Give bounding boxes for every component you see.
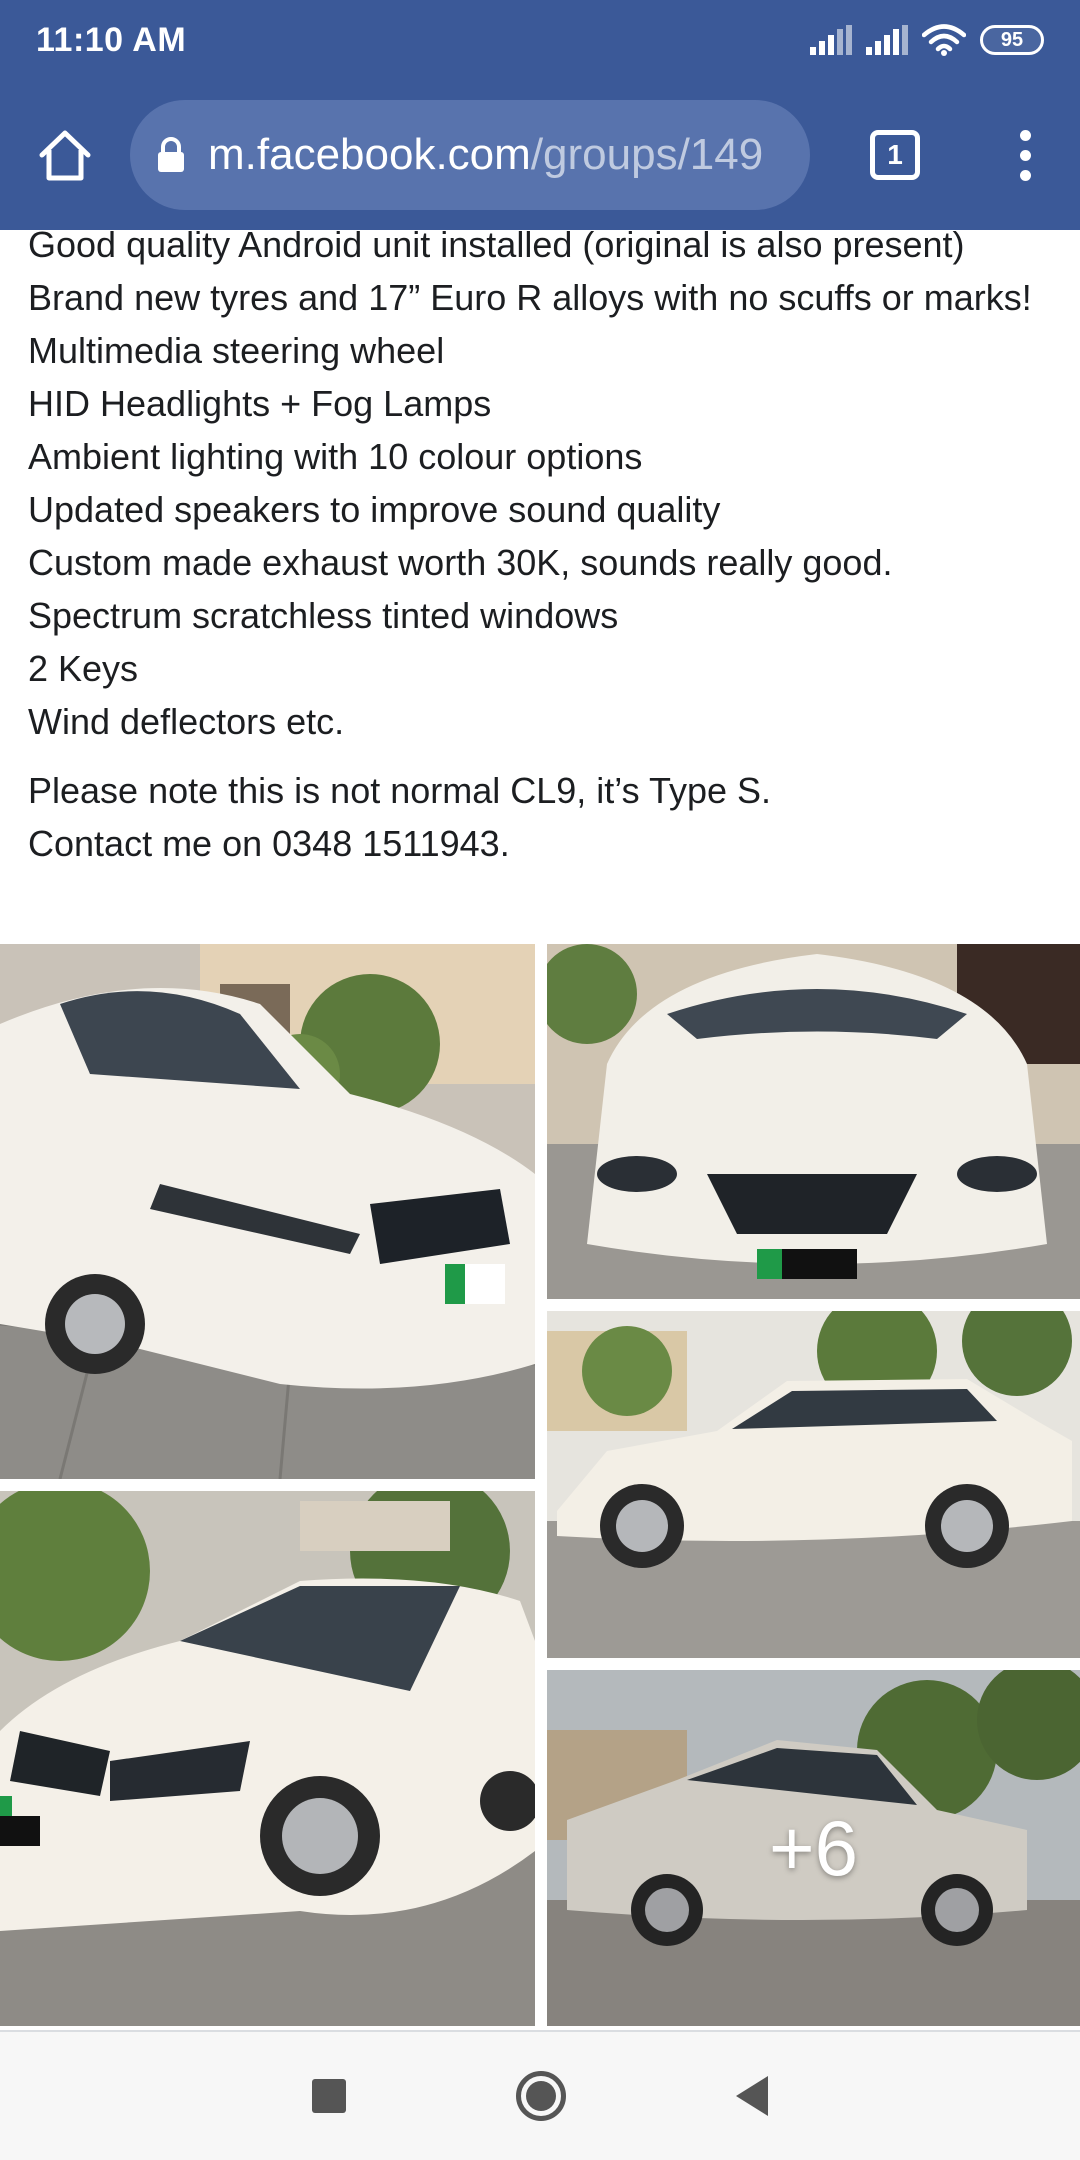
battery-level: 95 xyxy=(1000,28,1024,51)
car-photo-image xyxy=(547,944,1080,1299)
post-note-line: Please note this is not normal CL9, it’s… xyxy=(28,770,772,811)
status-icons: 95 xyxy=(810,24,1044,56)
more-photos-overlay[interactable]: +6 xyxy=(547,1670,1080,2026)
post-line: Multimedia steering wheel xyxy=(28,330,445,371)
post-line: Spectrum scratchless tinted windows xyxy=(28,595,619,636)
post-line: Wind deflectors etc. xyxy=(28,701,345,742)
post-body: Good quality Android unit installed (ori… xyxy=(28,218,1068,870)
post-photo-5[interactable]: +6 xyxy=(547,1670,1080,2026)
post-line: Custom made exhaust worth 30K, sounds re… xyxy=(28,542,893,583)
url-path: /groups/149 xyxy=(530,130,764,179)
tab-count: 1 xyxy=(887,139,903,170)
car-photo-image xyxy=(0,1491,535,2026)
post-line: Ambient lighting with 10 colour options xyxy=(28,436,643,477)
post-contact-line: Contact me on 0348 1511943. xyxy=(28,823,510,864)
home-icon xyxy=(39,130,91,181)
status-time: 11:10 AM xyxy=(36,20,187,59)
post-photo-4[interactable] xyxy=(0,1491,535,2026)
wifi-icon xyxy=(922,24,966,56)
status-bar: 11:10 AM 95 xyxy=(0,0,1080,80)
tabs-button[interactable]: 1 xyxy=(820,80,970,230)
tabs-icon: 1 xyxy=(870,130,920,180)
post-photo-3[interactable] xyxy=(547,1311,1080,1658)
car-photo-image xyxy=(547,1311,1080,1658)
lock-icon xyxy=(158,137,184,172)
post-photo-2[interactable] xyxy=(547,944,1080,1299)
home-button[interactable] xyxy=(0,80,130,230)
post-line: 2 Keys xyxy=(28,648,139,689)
more-vert-icon[interactable] xyxy=(970,80,1080,230)
post-line: Good quality Android unit installed (ori… xyxy=(28,224,965,265)
more-photos-count: +6 xyxy=(769,1803,858,1892)
system-nav-bar xyxy=(0,2032,1080,2160)
post-photo-1[interactable] xyxy=(0,944,535,1479)
signal-icon xyxy=(810,25,852,55)
post-line: HID Headlights + Fog Lamps xyxy=(28,383,492,424)
recents-icon[interactable] xyxy=(312,2079,346,2113)
url-domain: m.facebook.com xyxy=(208,130,531,179)
post-line: Brand new tyres and 17” Euro R alloys wi… xyxy=(28,277,1032,318)
home-icon[interactable] xyxy=(516,2071,566,2121)
back-icon[interactable] xyxy=(736,2076,768,2116)
post-line: Updated speakers to improve sound qualit… xyxy=(28,489,721,530)
signal-icon xyxy=(866,25,908,55)
car-photo-image xyxy=(0,944,535,1479)
browser-toolbar: m.facebook.com/groups/149 1 xyxy=(0,80,1080,230)
address-bar[interactable]: m.facebook.com/groups/149 xyxy=(130,100,810,210)
battery-icon: 95 xyxy=(980,25,1044,55)
url-text: m.facebook.com/groups/149 xyxy=(208,130,763,180)
